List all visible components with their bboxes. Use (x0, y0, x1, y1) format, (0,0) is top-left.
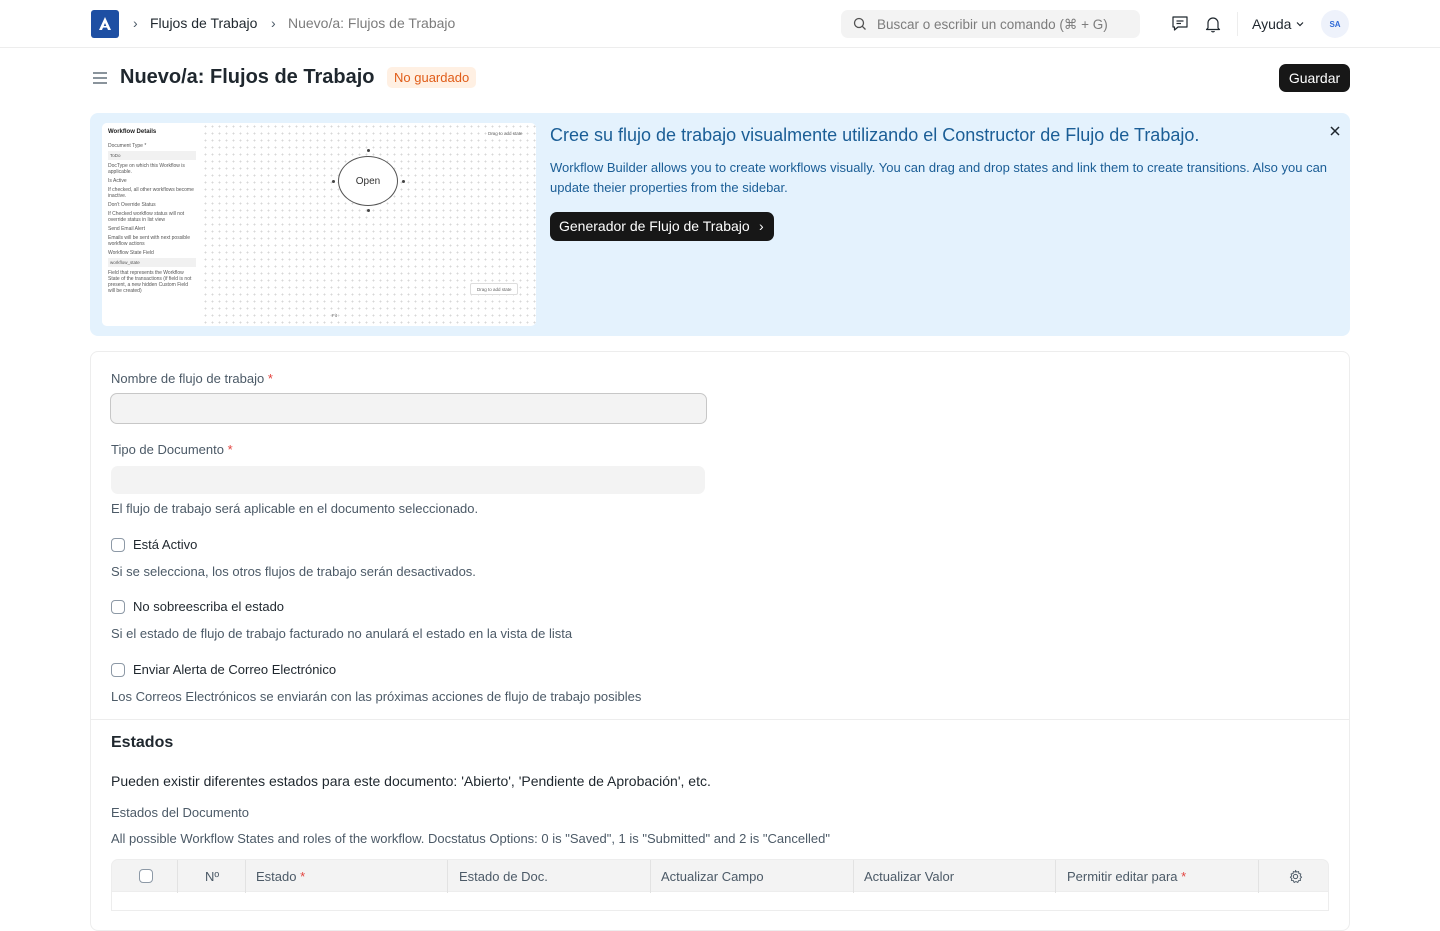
required-mark: * (227, 442, 233, 457)
column-divider (1258, 860, 1259, 893)
preview-help: Field that represents the Workflow State… (108, 270, 192, 294)
column-header-allow-edit: Permitir editar para * (1067, 860, 1186, 893)
states-table-body (111, 891, 1329, 911)
states-table-header: Nº Estado * Estado de Doc. Actualizar Ca… (111, 859, 1329, 893)
document-states-help: All possible Workflow States and roles o… (111, 831, 830, 846)
workflow-name-label: Nombre de flujo de trabajo * (111, 371, 273, 386)
column-header-state-text: Estado (256, 869, 297, 884)
column-divider (245, 860, 246, 893)
preview-drag-hint: Drag to add state (488, 131, 523, 136)
document-type-help: El flujo de trabajo será aplicable en el… (111, 501, 479, 516)
chevron-right-icon: › (271, 15, 276, 31)
preview-label: Document Type * (108, 143, 147, 149)
node-handle (402, 180, 405, 183)
workflow-builder-preview: Workflow Details Document Type * ToDo Do… (102, 123, 536, 326)
email-alert-help: Los Correos Electrónicos se enviarán con… (111, 689, 642, 704)
select-all-checkbox[interactable] (139, 869, 153, 883)
column-divider (853, 860, 854, 893)
override-checkbox[interactable] (111, 599, 125, 614)
save-button[interactable]: Guardar (1279, 64, 1350, 92)
column-divider (1055, 860, 1056, 893)
preview-canvas: Drag to add state Open Drag to add state… (202, 123, 536, 326)
preview-help: If checked, all other workflows become i… (108, 187, 194, 199)
required-mark: * (1181, 869, 1187, 884)
navbar-divider (1237, 12, 1238, 36)
email-alert-checkbox-row[interactable]: Enviar Alerta de Correo Electrónico (111, 662, 336, 677)
preview-state-node: Open (338, 156, 398, 206)
page-title: Nuevo/a: Flujos de Trabajo (120, 66, 375, 88)
column-header-number: Nº (205, 869, 220, 884)
banner-description: Workflow Builder allows you to create wo… (550, 160, 1328, 195)
required-mark: * (300, 869, 306, 884)
gear-icon[interactable] (1288, 869, 1303, 884)
section-divider (91, 719, 1349, 720)
column-header-state: Estado * (256, 860, 305, 893)
preview-checkbox-label: Don't Override Status (108, 202, 156, 208)
document-type-label: Tipo de Documento * (111, 442, 233, 457)
status-badge: No guardado (387, 67, 477, 88)
breadcrumb-current: Nuevo/a: Flujos de Trabajo (288, 15, 456, 31)
workflow-name-input[interactable] (110, 393, 707, 424)
preview-zoom-fit: Fit (332, 313, 337, 318)
document-type-input[interactable] (111, 466, 705, 494)
states-section-title[interactable]: Estados (111, 734, 173, 752)
workflow-builder-button[interactable]: Generador de Flujo de Trabajo › (550, 212, 774, 241)
preview-help: DocType on which this Workflow is applic… (108, 163, 185, 175)
avatar[interactable]: SA (1321, 10, 1349, 38)
bell-icon[interactable] (1203, 14, 1223, 34)
override-help: Si el estado de flujo de trabajo factura… (111, 626, 573, 641)
search-bar[interactable] (841, 10, 1140, 38)
override-checkbox-row[interactable]: No sobreescriba el estado (111, 599, 284, 614)
column-header-doc-status: Estado de Doc. (459, 869, 548, 884)
chevron-right-icon: › (759, 218, 764, 234)
is-active-checkbox-row[interactable]: Está Activo (111, 537, 197, 552)
column-header-allow-edit-text: Permitir editar para (1067, 869, 1178, 884)
column-header-update-value: Actualizar Valor (864, 869, 955, 884)
search-icon (853, 17, 866, 30)
column-divider (447, 860, 448, 893)
node-handle (332, 180, 335, 183)
column-divider (177, 860, 178, 893)
banner-title: Cree su flujo de trabajo visualmente uti… (550, 125, 1200, 145)
node-handle (367, 209, 370, 212)
override-label: No sobreescriba el estado (133, 599, 285, 614)
help-dropdown[interactable]: Ayuda (1252, 16, 1305, 32)
preview-field: ToDo (108, 151, 196, 160)
is-active-checkbox[interactable] (111, 537, 125, 552)
preview-label: Workflow State Field (108, 250, 154, 256)
chevron-right-icon: › (133, 15, 138, 31)
preview-help: If Checked workflow status will not over… (108, 211, 185, 223)
preview-checkbox-label: Send Email Alert (108, 226, 145, 232)
preview-field: workflow_state (108, 258, 196, 267)
is-active-help: Si se selecciona, los otros flujos de tr… (111, 564, 476, 579)
preview-checkbox-label: Is Active (108, 178, 127, 184)
breadcrumb-workflows[interactable]: Flujos de Trabajo (150, 15, 257, 31)
is-active-label: Está Activo (133, 537, 198, 552)
chat-icon[interactable] (1170, 14, 1190, 34)
document-type-label-text: Tipo de Documento (111, 442, 224, 457)
avatar-initials: SA (1329, 19, 1341, 29)
preview-sidebar: Workflow Details Document Type * ToDo Do… (102, 123, 202, 326)
document-states-label: Estados del Documento (111, 805, 250, 820)
email-alert-checkbox[interactable] (111, 662, 125, 677)
chevron-down-icon (1297, 22, 1304, 27)
column-header-update-field: Actualizar Campo (661, 869, 764, 884)
preview-drag-box: Drag to add state (470, 283, 518, 295)
logo-icon (99, 17, 111, 30)
search-input[interactable] (877, 16, 1127, 32)
preview-help: Emails will be sent with next possible w… (108, 235, 190, 247)
workflow-name-label-text: Nombre de flujo de trabajo (111, 371, 265, 386)
preview-sidebar-title: Workflow Details (108, 129, 157, 135)
column-divider (650, 860, 651, 893)
sidebar-toggle-icon[interactable] (92, 70, 108, 86)
navbar: › Flujos de Trabajo › Nuevo/a: Flujos de… (0, 0, 1440, 48)
workflow-builder-button-label: Generador de Flujo de Trabajo (559, 218, 750, 234)
required-mark: * (267, 371, 273, 386)
states-section-intro: Pueden existir diferentes estados para e… (111, 773, 711, 789)
help-label: Ayuda (1252, 16, 1292, 32)
app-logo[interactable] (91, 10, 119, 38)
node-handle (367, 149, 370, 152)
email-alert-label: Enviar Alerta de Correo Electrónico (133, 662, 337, 677)
close-icon[interactable] (1329, 125, 1341, 137)
